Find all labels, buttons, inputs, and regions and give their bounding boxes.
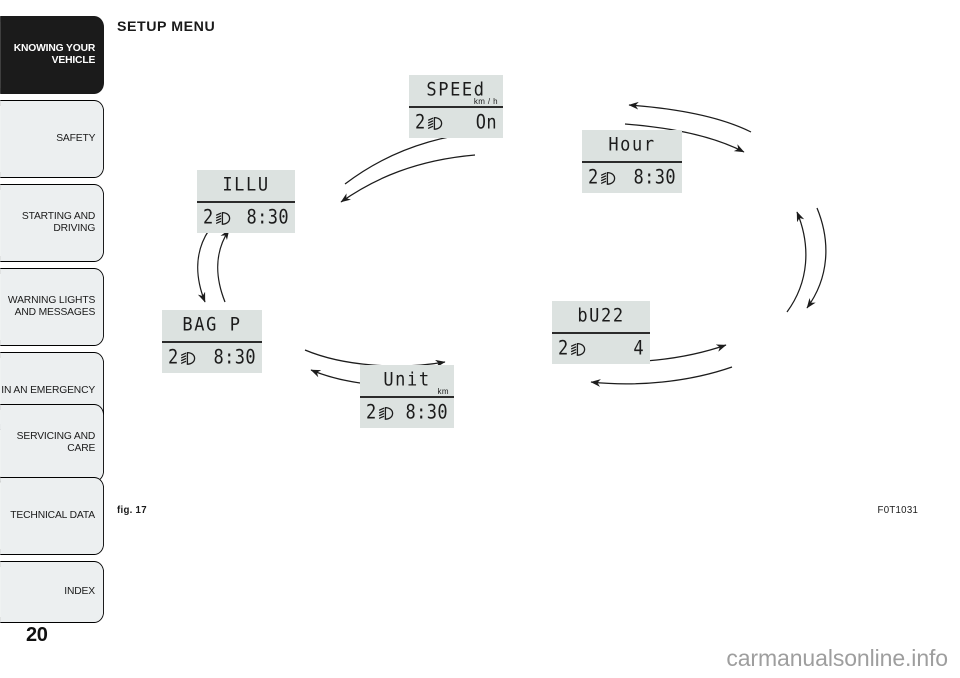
lcd-bottom-row: 2 On: [409, 108, 503, 138]
lcd-title: Hour: [608, 133, 656, 157]
low-beam-headlight-icon: [570, 342, 587, 357]
lcd-gear-digit: 2: [366, 400, 377, 424]
lcd-bottom-row: 2 8:30: [197, 203, 295, 233]
lcd-bottom-row: 2 8:30: [582, 163, 682, 193]
sidebar-item-servicing-and-care[interactable]: SERVICING AND CARE: [0, 404, 104, 482]
low-beam-headlight-icon: [215, 211, 232, 226]
sidebar-item-label: INDEX: [64, 585, 96, 597]
lcd-gear-digit: 2: [203, 205, 214, 229]
lcd-top-row: Unit km: [360, 365, 454, 398]
watermark: carmanualsonline.info: [726, 645, 948, 671]
lcd-value: 8:30: [633, 165, 676, 189]
lcd-unit-label: km: [437, 387, 449, 396]
sidebar-item-index[interactable]: INDEX: [0, 561, 104, 623]
lcd-top-row: BAG P: [162, 310, 262, 343]
low-beam-headlight-icon: [600, 171, 617, 186]
lcd-top-row: SPEEd km / h: [409, 75, 503, 108]
sidebar-item-safety[interactable]: SAFETY: [0, 100, 104, 178]
low-beam-headlight-icon: [180, 351, 197, 366]
sidebar-item-label: SERVICING AND CARE: [16, 430, 96, 454]
sidebar-item-knowing-your-vehicle[interactable]: KNOWING YOUR VEHICLE: [0, 16, 104, 94]
lcd-title: bU22: [577, 304, 625, 328]
sidebar-item-starting-and-driving[interactable]: STARTING AND DRIVING: [0, 184, 104, 262]
lcd-value: 8:30: [213, 345, 256, 369]
sidebar-item-technical-data[interactable]: TECHNICAL DATA: [0, 477, 104, 555]
sidebar-item-label: IN AN EMERGENCY: [1, 384, 96, 396]
lcd-gear-digit: 2: [558, 336, 569, 360]
lcd-bottom-row: 2 4: [552, 334, 650, 364]
lcd-gear-digit: 2: [588, 165, 599, 189]
setup-menu-cycle-diagram: SPEEd km / h 2 On Hour 2 8:30 bU22 2 4 U…: [117, 60, 917, 490]
lcd-value: 4: [633, 336, 644, 360]
arrow-layer: [197, 101, 827, 387]
figure-code: F0T1031: [877, 504, 918, 516]
low-beam-headlight-icon: [427, 116, 444, 131]
lcd-display-bag-p: BAG P 2 8:30: [162, 310, 262, 373]
sidebar-item-label: WARNING LIGHTS AND MESSAGES: [7, 294, 96, 318]
lcd-display-buzz: bU22 2 4: [552, 301, 650, 364]
lcd-title: BAG P: [182, 313, 242, 337]
lcd-top-row: ILLU: [197, 170, 295, 203]
low-beam-headlight-icon: [378, 406, 395, 421]
lcd-gear-digit: 2: [168, 345, 179, 369]
figure-caption: fig. 17: [117, 504, 147, 516]
sidebar-item-label: TECHNICAL DATA: [10, 509, 96, 521]
sidebar-item-label: KNOWING YOUR VEHICLE: [13, 42, 96, 66]
lcd-top-row: bU22: [552, 301, 650, 334]
sidebar: KNOWING YOUR VEHICLE SAFETY STARTING AND…: [0, 0, 104, 678]
lcd-unit-label: km / h: [473, 97, 498, 106]
sidebar-item-label: SAFETY: [56, 132, 96, 144]
lcd-display-unit: Unit km 2 8:30: [360, 365, 454, 428]
page-number: 20: [26, 624, 48, 646]
lcd-value: 8:30: [405, 400, 448, 424]
lcd-bottom-row: 2 8:30: [360, 398, 454, 428]
lcd-value: On: [475, 110, 497, 134]
lcd-title: ILLU: [222, 173, 270, 197]
lcd-top-row: Hour: [582, 130, 682, 163]
sidebar-item-warning-lights-and-messages[interactable]: WARNING LIGHTS AND MESSAGES: [0, 268, 104, 346]
lcd-value: 8:30: [246, 205, 289, 229]
lcd-gear-digit: 2: [415, 110, 426, 134]
lcd-bottom-row: 2 8:30: [162, 343, 262, 373]
page-title: SETUP MENU: [117, 19, 216, 35]
lcd-display-hour: Hour 2 8:30: [582, 130, 682, 193]
lcd-display-speed: SPEEd km / h 2 On: [409, 75, 503, 138]
sidebar-item-label: STARTING AND DRIVING: [21, 210, 96, 234]
lcd-title: Unit: [383, 368, 431, 392]
lcd-display-illu: ILLU 2 8:30: [197, 170, 295, 233]
